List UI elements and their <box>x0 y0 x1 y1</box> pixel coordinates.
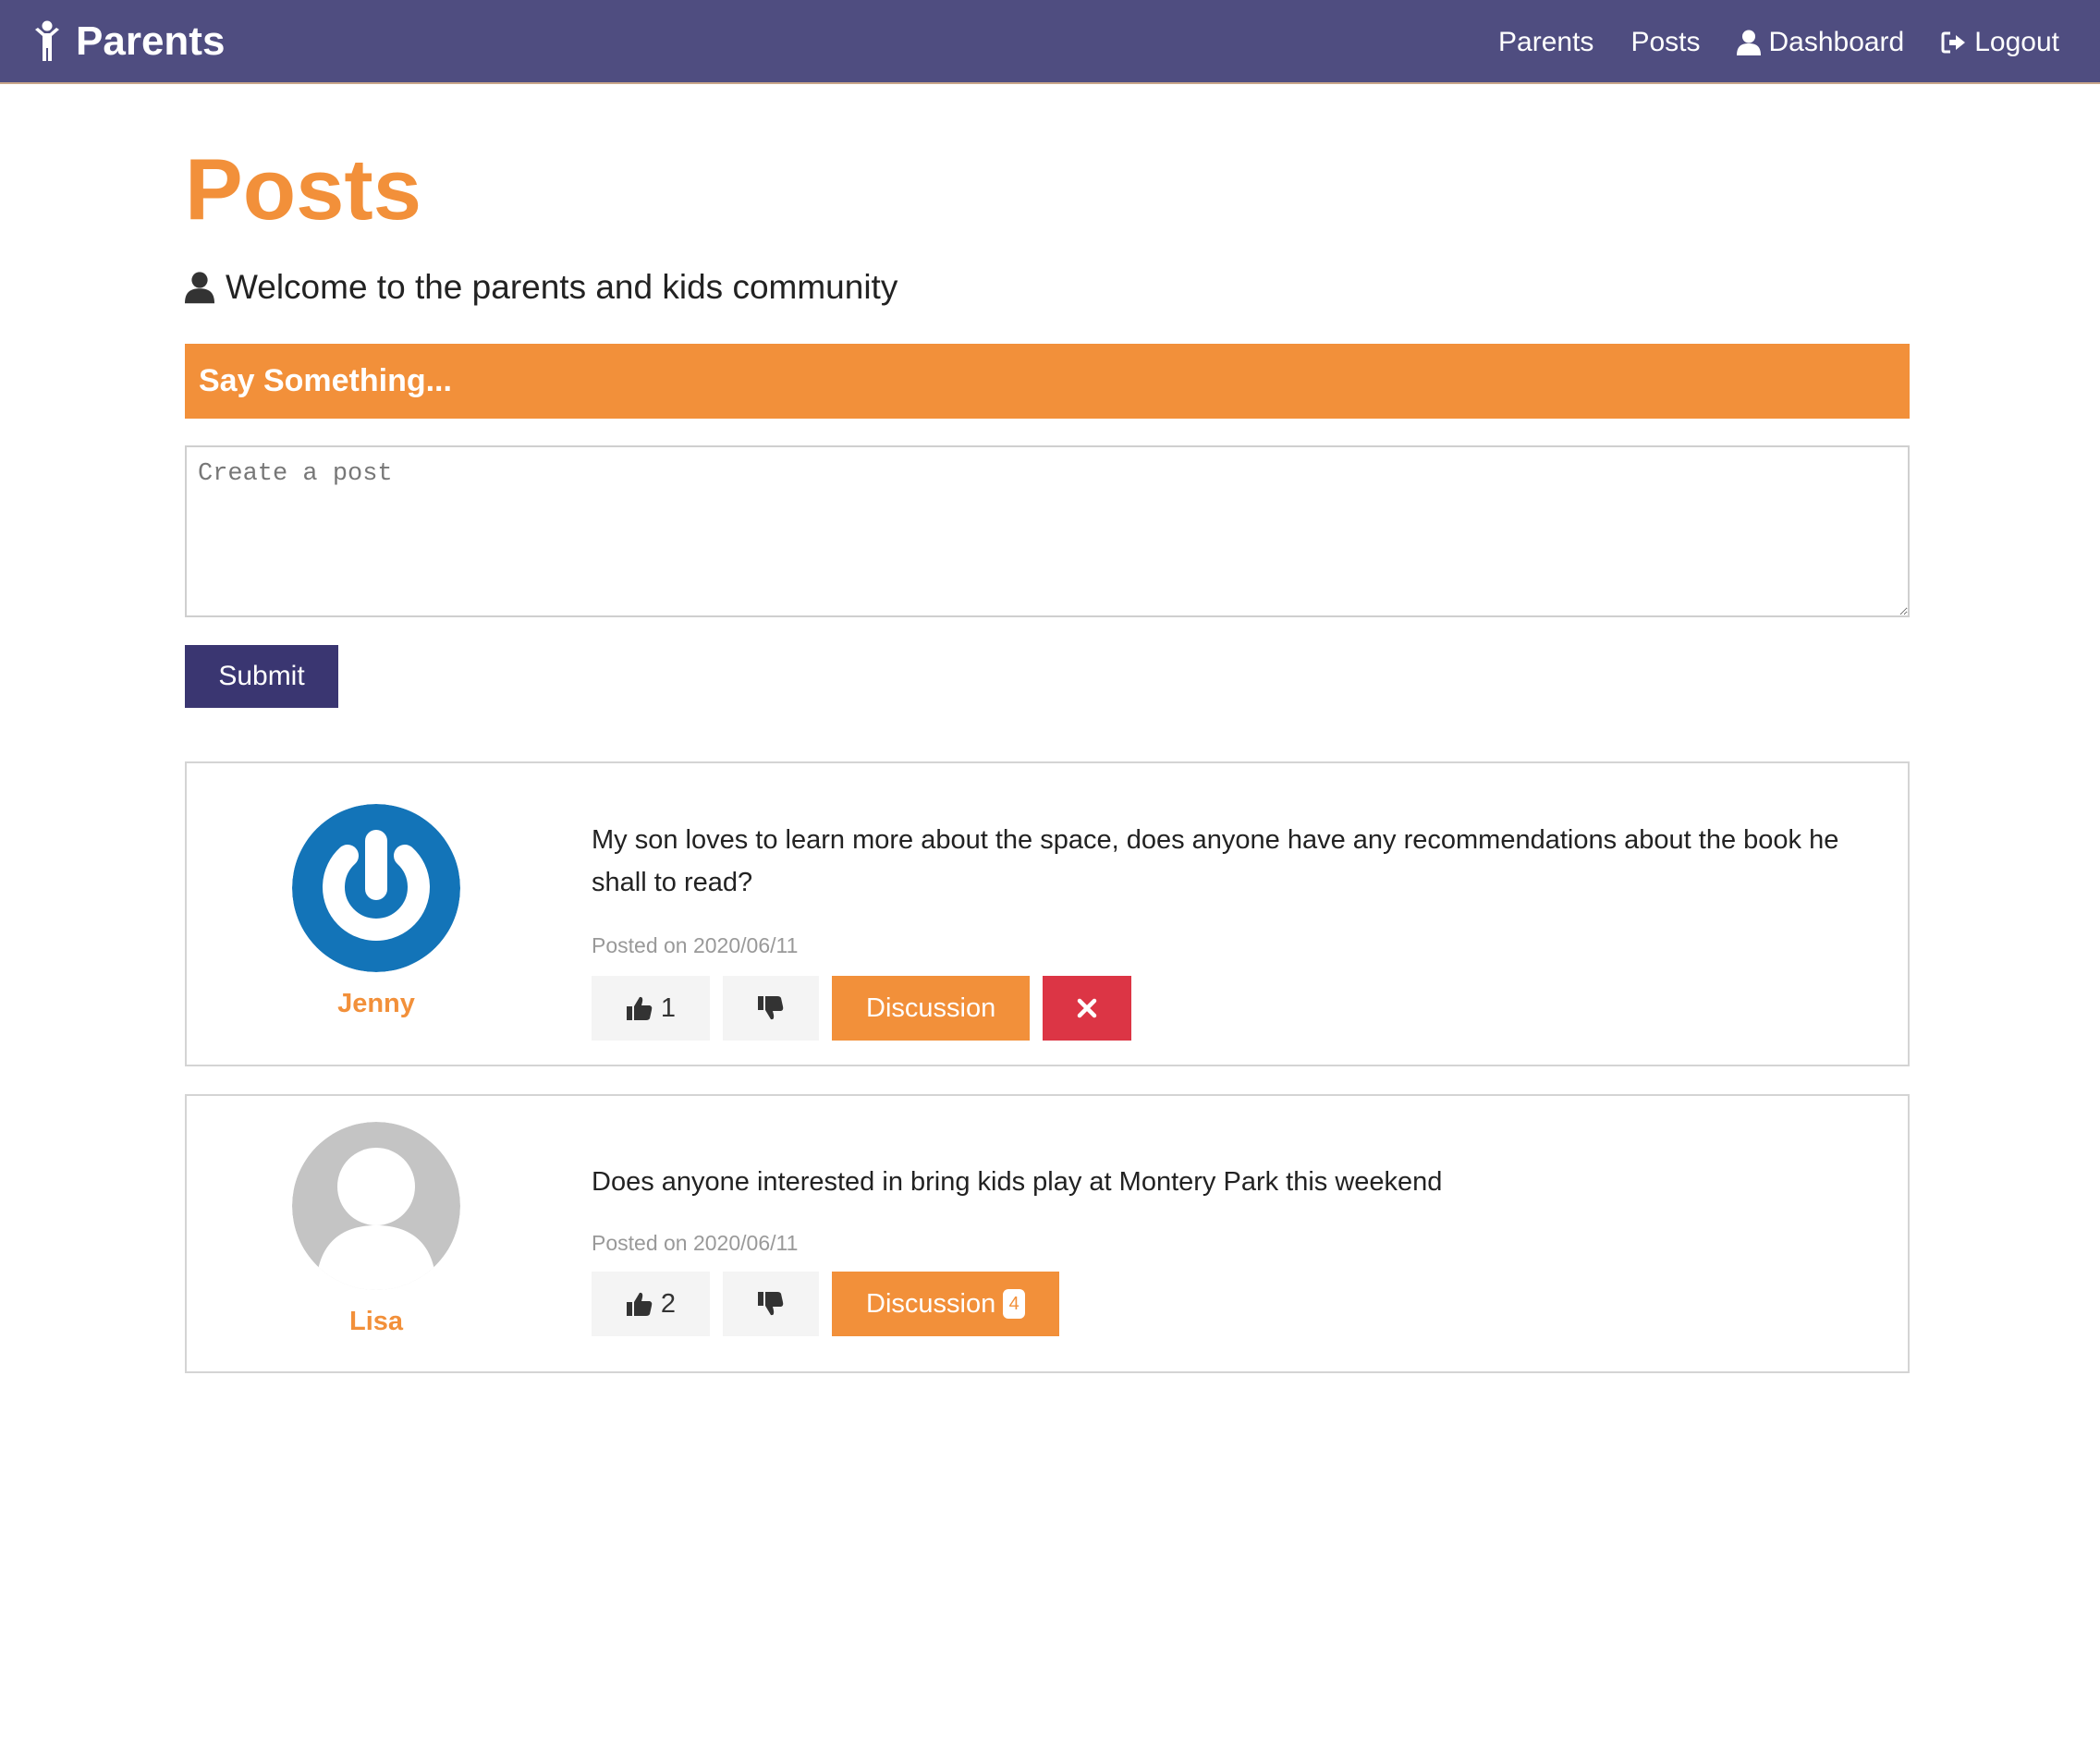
nav-posts-label: Posts <box>1630 26 1701 57</box>
post-text: My son loves to learn more about the spa… <box>592 825 1839 897</box>
post-date: Posted on 2020/06/11 <box>592 933 799 957</box>
delete-post-button[interactable] <box>1043 976 1132 1041</box>
nav-parents[interactable]: Parents <box>1498 27 1593 58</box>
discussion-label: Discussion <box>866 1288 996 1319</box>
avatar <box>292 804 460 972</box>
author-name[interactable]: Lisa <box>187 1307 566 1337</box>
discussion-button[interactable]: Discussion 4 <box>832 1272 1060 1336</box>
like-button[interactable]: 1 <box>592 976 710 1041</box>
nav-logout-label: Logout <box>1974 26 2059 57</box>
create-post-input[interactable] <box>185 445 1910 617</box>
page-title: Posts <box>185 140 421 237</box>
author-name[interactable]: Jenny <box>187 989 566 1019</box>
thumbs-down-icon <box>758 996 784 1020</box>
dislike-button[interactable] <box>723 976 819 1041</box>
nav-dashboard[interactable]: Dashboard <box>1737 27 1904 58</box>
avatar <box>292 1122 460 1290</box>
post-actions: 1 Discussion <box>592 976 1132 1041</box>
post-actions: 2 Discussion 4 <box>592 1272 1072 1336</box>
like-count: 1 <box>660 992 677 1023</box>
nav-posts[interactable]: Posts <box>1630 27 1700 58</box>
like-button[interactable]: 2 <box>592 1272 710 1336</box>
close-icon <box>1077 998 1097 1018</box>
user-icon <box>1737 30 1762 55</box>
discussion-label: Discussion <box>866 992 996 1023</box>
user-icon <box>185 272 214 304</box>
like-count: 2 <box>660 1288 677 1319</box>
brand-link[interactable]: Parents <box>33 9 225 74</box>
dislike-button[interactable] <box>723 1272 819 1336</box>
composer-header-text: Say Something... <box>199 363 452 398</box>
brand-label: Parents <box>76 18 226 64</box>
nav-parents-label: Parents <box>1498 26 1594 57</box>
thumbs-down-icon <box>758 1292 784 1316</box>
thumbs-up-icon <box>626 996 653 1020</box>
nav-logout[interactable]: Logout <box>1941 27 2059 58</box>
welcome-text: Welcome to the parents and kids communit… <box>226 268 898 306</box>
sign-out-icon <box>1941 31 1966 53</box>
navbar: Parents Parents Posts Dashboard Logout <box>0 0 2100 84</box>
power-logo-icon <box>292 804 460 972</box>
nav-dashboard-label: Dashboard <box>1768 26 1905 57</box>
welcome-lead: Welcome to the parents and kids communit… <box>185 268 897 307</box>
post-card: Jenny My son loves to learn more about t… <box>185 761 1910 1066</box>
composer-header: Say Something... <box>185 344 1910 419</box>
thumbs-up-icon <box>626 1292 653 1316</box>
discussion-count-badge: 4 <box>1003 1289 1026 1319</box>
default-user-icon <box>292 1122 460 1290</box>
submit-button[interactable]: Submit <box>185 645 338 708</box>
child-icon <box>35 20 59 61</box>
discussion-button[interactable]: Discussion <box>832 976 1031 1041</box>
post-date: Posted on 2020/06/11 <box>592 1231 799 1255</box>
post-card: Lisa Does anyone interested in bring kid… <box>185 1094 1910 1373</box>
post-text: Does anyone interested in bring kids pla… <box>592 1167 1443 1197</box>
nav-links: Parents Posts Dashboard Logout <box>1461 0 2059 84</box>
